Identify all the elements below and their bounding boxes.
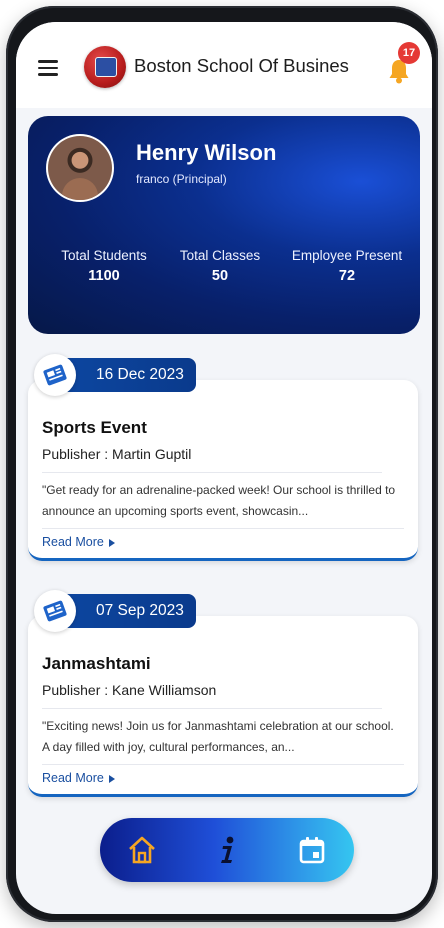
news-card: Sports Event Publisher : Martin Guptil "… bbox=[28, 380, 418, 561]
school-logo bbox=[84, 46, 126, 88]
news-excerpt: "Exciting news! Join us for Janmashtami … bbox=[42, 719, 394, 754]
stat-value: 1100 bbox=[88, 268, 120, 284]
calendar-icon[interactable] bbox=[296, 834, 328, 866]
news-excerpt: "Get ready for an adrenaline-packed week… bbox=[42, 483, 396, 518]
bottom-navigation bbox=[100, 818, 354, 882]
divider bbox=[42, 472, 382, 473]
stat-total-students: Total Students 1100 bbox=[52, 248, 156, 284]
stat-total-classes: Total Classes 50 bbox=[174, 248, 266, 284]
divider bbox=[42, 764, 404, 765]
app-screen: Boston School Of Busines 17 Henry Wilson… bbox=[16, 22, 432, 914]
divider bbox=[42, 708, 382, 709]
menu-icon[interactable] bbox=[38, 60, 58, 76]
profile-card: Henry Wilson franco (Principal) Total St… bbox=[28, 116, 420, 334]
newspaper-icon bbox=[34, 354, 76, 396]
read-more-link[interactable]: Read More bbox=[42, 771, 115, 785]
news-title: Sports Event bbox=[42, 418, 147, 437]
profile-name: Henry Wilson bbox=[136, 140, 277, 165]
school-name: Boston School Of Busines bbox=[134, 55, 349, 76]
arrow-right-icon bbox=[108, 774, 115, 783]
stat-employee-present: Employee Present 72 bbox=[282, 248, 412, 284]
read-more-link[interactable]: Read More bbox=[42, 535, 115, 549]
arrow-right-icon bbox=[108, 538, 115, 547]
news-title: Janmashtami bbox=[42, 654, 151, 673]
newspaper-icon bbox=[34, 590, 76, 632]
phone-frame: Boston School Of Busines 17 Henry Wilson… bbox=[6, 6, 438, 922]
read-more-label: Read More bbox=[42, 535, 104, 549]
stat-label: Total Students bbox=[61, 248, 147, 263]
avatar bbox=[46, 134, 114, 202]
stat-value: 50 bbox=[211, 268, 229, 284]
info-icon[interactable] bbox=[212, 834, 244, 866]
news-card: Janmashtami Publisher : Kane Williamson … bbox=[28, 616, 418, 797]
stat-label: Employee Present bbox=[291, 248, 403, 263]
notification-badge[interactable]: 17 bbox=[398, 42, 420, 64]
read-more-label: Read More bbox=[42, 771, 104, 785]
top-bar: Boston School Of Busines 17 bbox=[16, 22, 432, 108]
divider bbox=[42, 528, 404, 529]
news-item[interactable]: 16 Dec 2023 Sports Event Publisher : Mar… bbox=[28, 354, 418, 578]
news-item[interactable]: 07 Sep 2023 Janmashtami Publisher : Kane… bbox=[28, 590, 418, 814]
news-publisher: Publisher : Kane Williamson bbox=[42, 682, 217, 698]
stat-value: 72 bbox=[338, 268, 356, 284]
profile-role: franco (Principal) bbox=[136, 172, 227, 186]
home-icon[interactable] bbox=[126, 834, 158, 866]
news-publisher: Publisher : Martin Guptil bbox=[42, 446, 192, 462]
stat-label: Total Classes bbox=[179, 248, 261, 263]
